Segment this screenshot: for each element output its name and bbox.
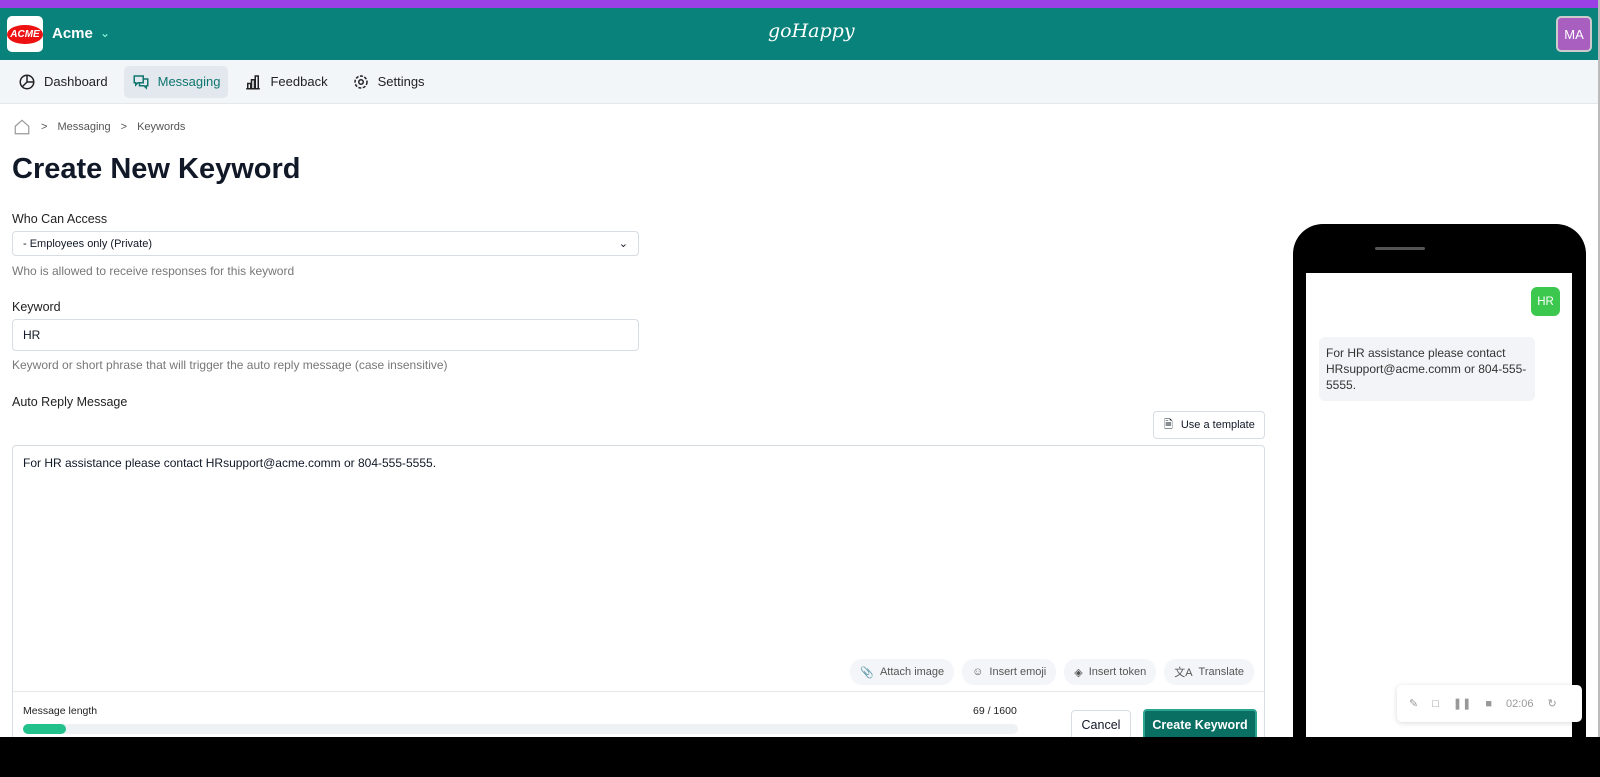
- access-help: Who is allowed to receive responses for …: [12, 264, 295, 278]
- paperclip-icon: 📎: [860, 666, 874, 679]
- brand-logo: goHappy: [768, 20, 855, 42]
- main-nav: Dashboard Messaging Feedback Settings: [0, 60, 1598, 104]
- stop-icon[interactable]: ■: [1485, 698, 1492, 710]
- nav-messaging[interactable]: Messaging: [123, 65, 229, 98]
- sent-message-bubble: HR: [1531, 287, 1560, 316]
- reply-text[interactable]: For HR assistance please contact HRsuppo…: [23, 456, 436, 470]
- emoji-icon: ☺: [972, 666, 984, 678]
- refresh-icon[interactable]: ↻: [1548, 697, 1557, 710]
- recording-time: 02:06: [1505, 697, 1534, 710]
- nav-settings[interactable]: Settings: [344, 66, 433, 98]
- access-select[interactable]: - Employees only (Private) ⌄: [12, 231, 639, 256]
- org-name[interactable]: Acme: [52, 25, 93, 42]
- keyword-input[interactable]: HR: [12, 319, 639, 351]
- chevron-down-icon[interactable]: ⌄: [100, 26, 110, 40]
- message-length-bar: [23, 724, 1018, 734]
- org-logo[interactable]: ACME: [7, 16, 43, 52]
- nav-label: Feedback: [270, 74, 328, 89]
- insert-token-button[interactable]: ◈ Insert token: [1064, 659, 1157, 685]
- note-icon[interactable]: □: [1432, 698, 1439, 710]
- divider: [13, 691, 1264, 692]
- app: ACME Acme ⌄ goHappy MA Dashboard Messagi…: [0, 0, 1600, 737]
- create-keyword-button[interactable]: Create Keyword: [1143, 709, 1257, 737]
- gear-icon: [353, 74, 368, 89]
- translate-icon: 文A: [1174, 667, 1193, 679]
- document-icon: 🗎: [1164, 418, 1173, 431]
- page-title: Create New Keyword: [12, 153, 301, 185]
- chat-icon: [133, 74, 149, 90]
- message-length-count: 69 / 1600: [973, 705, 1017, 717]
- phone-speaker: [1375, 247, 1425, 250]
- keyword-help: Keyword or short phrase that will trigge…: [12, 358, 448, 372]
- avatar[interactable]: MA: [1556, 16, 1592, 52]
- header: ACME Acme ⌄ goHappy MA: [0, 8, 1598, 60]
- chevron-down-icon: ⌄: [618, 238, 628, 250]
- keyword-label: Keyword: [12, 300, 61, 314]
- breadcrumb-messaging[interactable]: Messaging: [57, 121, 110, 133]
- top-stripe: [0, 0, 1598, 8]
- editor-tools: 📎 Attach image ☺ Insert emoji ◈ Insert toke…: [850, 659, 1254, 685]
- nav-label: Dashboard: [44, 74, 108, 89]
- reply-label: Auto Reply Message: [12, 395, 128, 409]
- pen-icon[interactable]: ✎: [1409, 697, 1418, 710]
- breadcrumb: > Messaging > Keywords: [13, 118, 185, 136]
- recorder-toolbar: ✎ □ ❚❚ ■ 02:06 ↻: [1397, 685, 1582, 722]
- attach-image-button[interactable]: 📎 Attach image: [850, 659, 955, 685]
- translate-button[interactable]: 文A Translate: [1164, 659, 1254, 685]
- nav-label: Settings: [377, 74, 425, 89]
- token-icon: ◈: [1074, 666, 1083, 679]
- reply-message-bubble: For HR assistance please contact HRsuppo…: [1319, 337, 1535, 401]
- cancel-button[interactable]: Cancel: [1071, 710, 1131, 737]
- nav-label: Messaging: [157, 74, 221, 89]
- message-length-fill: [23, 724, 66, 734]
- use-template-button[interactable]: 🗎 Use a template: [1153, 411, 1265, 439]
- reply-message-editor[interactable]: For HR assistance please contact HRsuppo…: [12, 445, 1265, 737]
- access-label: Who Can Access: [12, 212, 108, 226]
- pie-chart-icon: [19, 74, 35, 89]
- pause-icon[interactable]: ❚❚: [1453, 697, 1471, 710]
- nav-dashboard[interactable]: Dashboard: [10, 66, 116, 98]
- home-icon[interactable]: [13, 118, 31, 136]
- message-length-label: Message length: [23, 705, 98, 717]
- breadcrumb-keywords[interactable]: Keywords: [137, 121, 185, 133]
- nav-feedback[interactable]: Feedback: [236, 66, 335, 98]
- access-value: - Employees only (Private): [23, 237, 152, 250]
- bar-chart-icon: [246, 74, 261, 89]
- insert-emoji-button[interactable]: ☺ Insert emoji: [962, 659, 1057, 685]
